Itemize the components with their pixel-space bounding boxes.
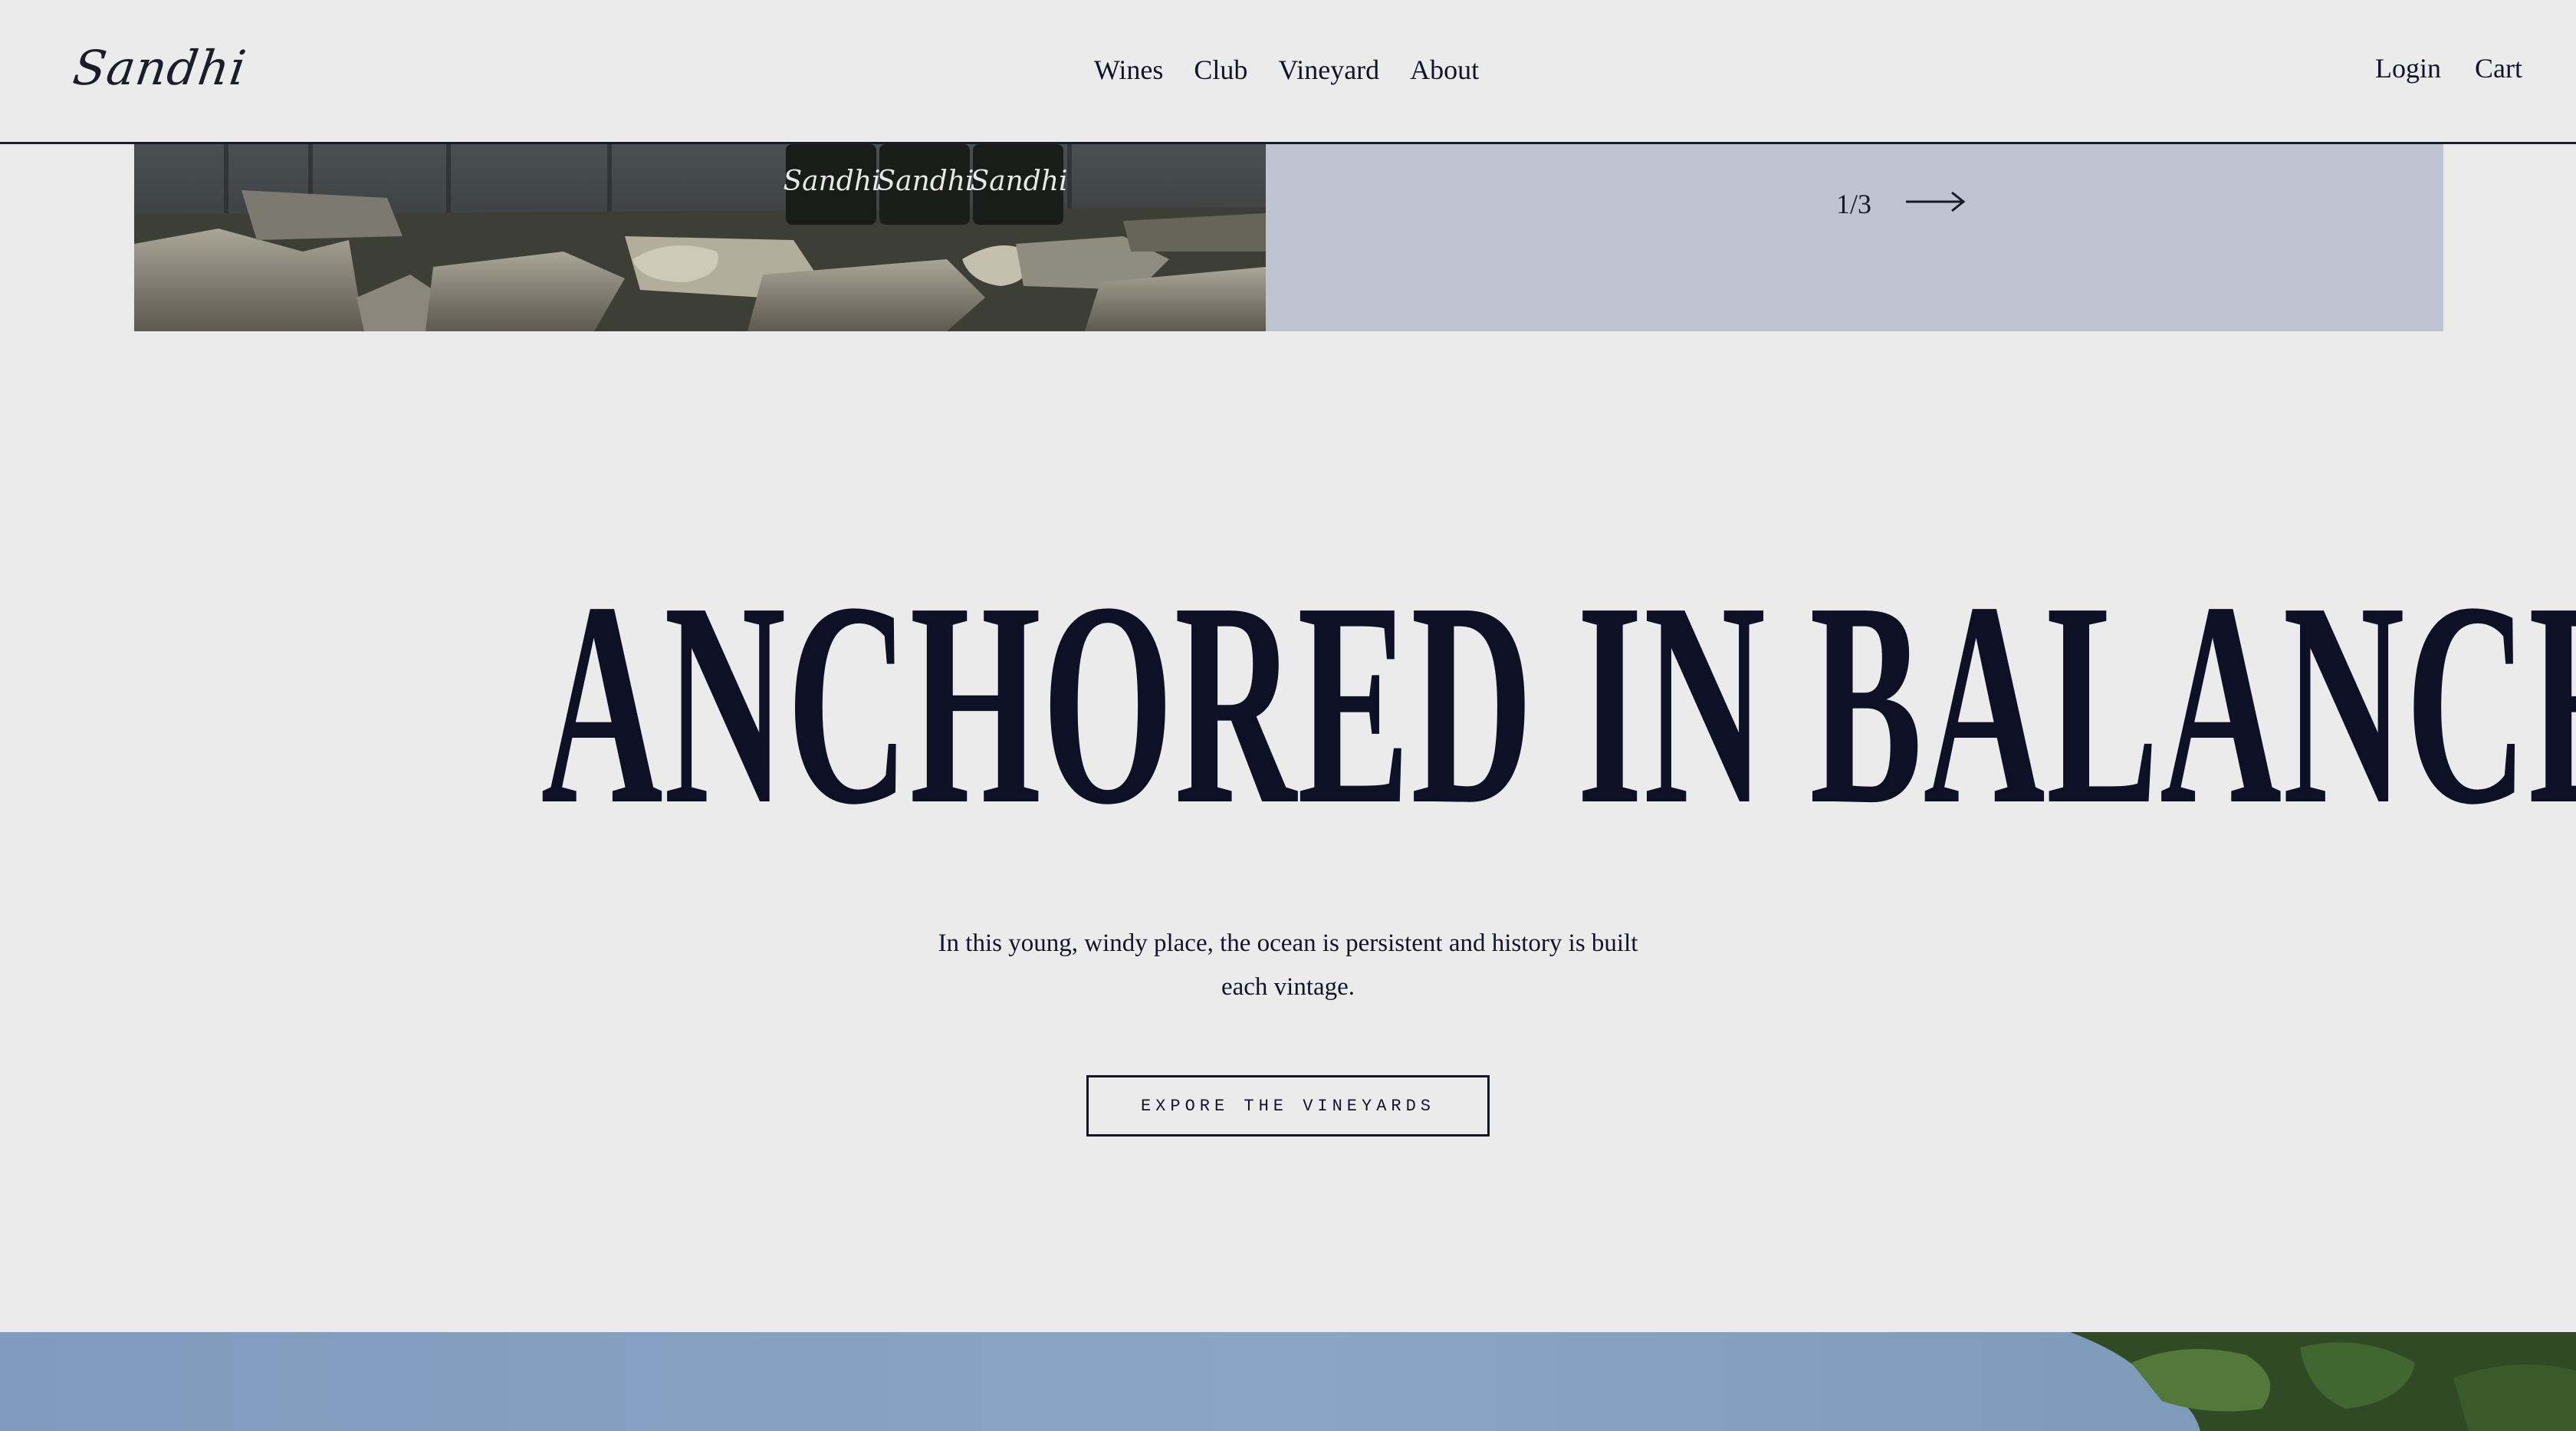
arrow-right-icon[interactable] <box>1906 190 1966 213</box>
nav-about[interactable]: About <box>1410 54 1479 86</box>
explore-vineyards-button[interactable]: EXPORE THE VINEYARDS <box>1086 1075 1490 1137</box>
nav-wines[interactable]: Wines <box>1094 54 1164 86</box>
slide-photo: Sandhi Sandhi Sandhi <box>134 144 1266 331</box>
svg-text:Sandhi: Sandhi <box>783 166 880 197</box>
nav-vineyard[interactable]: Vineyard <box>1278 54 1379 86</box>
cart-link[interactable]: Cart <box>2475 52 2522 84</box>
hero-headline: ANCHORED IN BALANCE <box>540 542 2576 865</box>
login-link[interactable]: Login <box>2375 52 2441 84</box>
image-slider: Sandhi Sandhi Sandhi <box>134 144 2443 331</box>
slide-caption-panel <box>1266 144 2443 331</box>
main-nav: Wines Club Vineyard About <box>0 54 2574 86</box>
svg-text:Sandhi: Sandhi <box>876 166 974 197</box>
slide-counter: 1/3 <box>1836 189 1872 219</box>
site-header: Sandhi Wines Club Vineyard About Login C… <box>0 0 2576 144</box>
account-links: Login Cart <box>2375 52 2522 84</box>
vineyard-sky-photo <box>0 1332 2576 1431</box>
wine-bottles-photo-icon: Sandhi Sandhi Sandhi <box>134 144 1266 331</box>
svg-text:Sandhi: Sandhi <box>970 166 1067 197</box>
hero-subcopy: In this young, windy place, the ocean is… <box>938 929 1638 1001</box>
nav-club[interactable]: Club <box>1194 54 1247 86</box>
page: Sandhi Wines Club Vineyard About Login C… <box>0 0 2576 1431</box>
